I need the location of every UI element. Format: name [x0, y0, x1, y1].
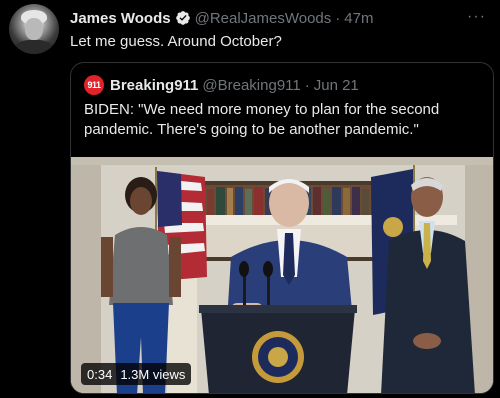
quoted-avatar[interactable]: 911 — [84, 75, 104, 95]
video-player[interactable]: 0:34 1.3M views — [71, 157, 493, 393]
tweet-text: Let me guess. Around October? — [70, 33, 282, 50]
video-frame — [71, 157, 493, 393]
quoted-tweet-header: 911 Breaking911 @Breaking911 · Jun 21 — [84, 75, 359, 95]
tweet[interactable]: James Woods @RealJamesWoods · 47m ··· Le… — [0, 0, 500, 398]
verified-icon — [175, 11, 190, 25]
avatar[interactable] — [9, 4, 59, 54]
avatar-body — [15, 40, 53, 54]
video-stats-badge: 0:34 1.3M views — [81, 363, 192, 385]
author-handle[interactable]: @RealJamesWoods — [195, 10, 332, 27]
quoted-date[interactable]: Jun 21 — [314, 77, 359, 94]
quoted-author-handle[interactable]: @Breaking911 — [202, 77, 300, 94]
quoted-tweet[interactable]: 911 Breaking911 @Breaking911 · Jun 21 BI… — [70, 62, 494, 394]
avatar-face — [25, 18, 43, 40]
author-name[interactable]: James Woods — [70, 10, 171, 27]
video-views: 1.3M views — [120, 366, 186, 382]
quoted-author-name[interactable]: Breaking911 — [110, 77, 198, 94]
timestamp[interactable]: 47m — [344, 10, 373, 27]
tweet-header: James Woods @RealJamesWoods · 47m — [70, 8, 373, 28]
more-icon[interactable]: ··· — [467, 8, 486, 26]
quoted-tweet-text: BIDEN: "We need more money to plan for t… — [84, 101, 440, 138]
quoted-separator: · — [304, 76, 310, 94]
separator: · — [335, 9, 341, 27]
video-duration: 0:34 — [87, 366, 113, 382]
